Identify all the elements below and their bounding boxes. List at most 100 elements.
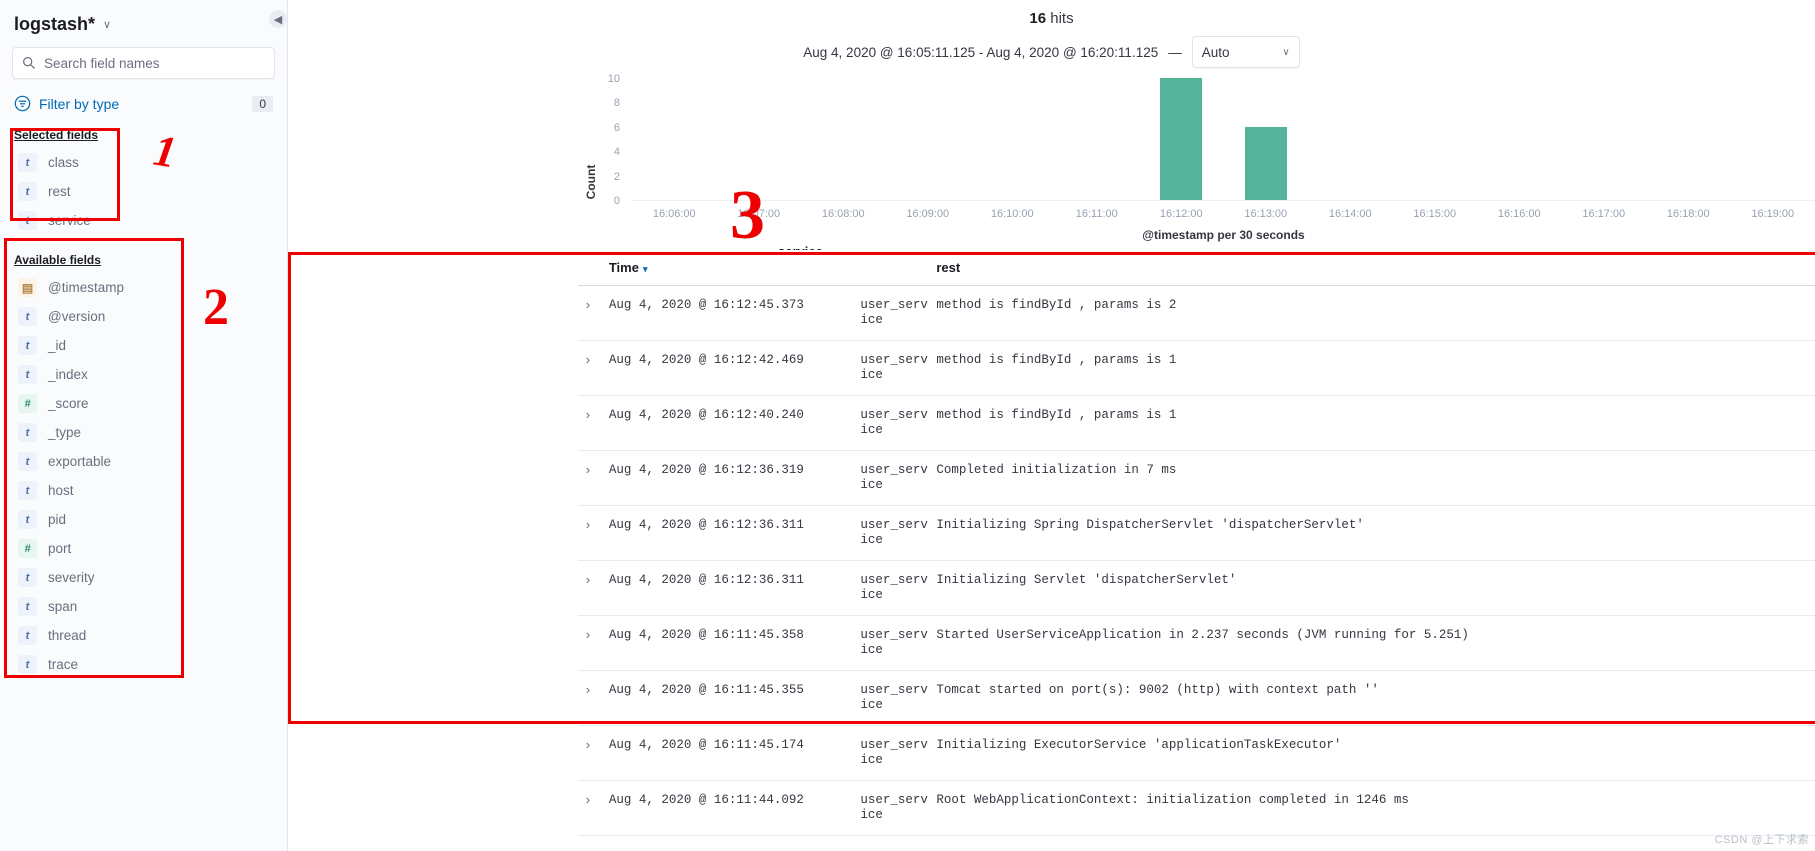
field-type-number-icon: # xyxy=(18,394,37,413)
x-tick-label: 16:19:00 xyxy=(1751,208,1795,220)
chevron-right-icon: › xyxy=(584,353,592,368)
x-tick-label: 16:15:00 xyxy=(1413,208,1457,220)
x-tick-label: 16:17:00 xyxy=(1582,208,1626,220)
field-name: exportable xyxy=(48,454,112,469)
selected-fields-title: Selected fields xyxy=(14,128,99,142)
expand-row-button[interactable]: › xyxy=(578,395,609,451)
chevron-right-icon: › xyxy=(584,793,592,808)
search-field-names-box[interactable] xyxy=(12,47,275,79)
field-type-number-icon: # xyxy=(18,539,37,558)
table-row[interactable]: › Aug 4, 2020 @ 16:12:36.311 user_service I… xyxy=(578,505,1815,561)
available-field-host[interactable]: t host xyxy=(18,476,275,505)
histogram-bar[interactable] xyxy=(1160,78,1203,200)
expand-row-button[interactable]: › xyxy=(578,670,609,726)
cell-rest: Initializing ExecutorService 'applicatio… xyxy=(936,725,1815,781)
watermark: CSDN @上下求索 xyxy=(1714,834,1809,846)
x-tick-label: 16:06:00 xyxy=(652,208,696,220)
table-row[interactable]: › Aug 4, 2020 @ 16:11:45.174 user_service I… xyxy=(578,725,1815,781)
available-field-exportable[interactable]: t exportable xyxy=(18,447,275,476)
expand-row-button[interactable]: › xyxy=(578,505,609,561)
histogram-bar[interactable] xyxy=(1244,126,1287,200)
field-type-string-icon: t xyxy=(18,597,37,616)
field-name: _id xyxy=(48,338,67,353)
chevron-right-icon: › xyxy=(584,298,592,313)
available-field-trace[interactable]: t trace xyxy=(18,650,275,679)
kibana-discover-app: logstash* ∨ Filter by type 0 Selected fi… xyxy=(0,0,1815,851)
filter-count-badge: 0 xyxy=(252,95,273,112)
cell-time: Aug 4, 2020 @ 16:11:44.092 xyxy=(608,780,861,836)
y-tick-label: 8 xyxy=(613,97,620,110)
table-row[interactable]: › Aug 4, 2020 @ 16:11:44.092 user_service R… xyxy=(578,780,1815,836)
expand-row-button[interactable]: › xyxy=(578,725,609,781)
service-column-header[interactable] xyxy=(860,250,937,286)
chevron-right-icon: › xyxy=(584,628,592,643)
documents-table-container[interactable]: Time▾ rest class › Aug 4, 2020 @ 16:12:45… xyxy=(578,250,1815,851)
index-pattern-selector[interactable]: logstash* ∨ xyxy=(12,10,275,47)
available-field-span[interactable]: t span xyxy=(18,592,275,621)
plot-area[interactable] xyxy=(632,78,1815,201)
cell-service: user_service xyxy=(860,285,937,341)
selected-field-service[interactable]: t service xyxy=(18,206,275,235)
y-tick-label: 4 xyxy=(613,146,620,159)
y-tick-label: 6 xyxy=(613,121,620,134)
table-row[interactable]: › Aug 4, 2020 @ 16:12:40.240 user_service m… xyxy=(578,395,1815,451)
available-field-port[interactable]: # port xyxy=(18,534,275,563)
filter-by-type-label: Filter by type xyxy=(39,95,120,112)
available-field-version[interactable]: t @version xyxy=(18,302,275,331)
time-column-header[interactable]: Time ▾ xyxy=(608,250,861,286)
filter-by-type-row[interactable]: Filter by type 0 xyxy=(12,93,275,114)
sort-desc-icon: ▾ xyxy=(642,264,648,274)
field-type-string-icon: t xyxy=(18,153,37,172)
table-row[interactable]: › Aug 4, 2020 @ 16:11:45.358 user_service S… xyxy=(578,615,1815,671)
histogram-chart[interactable]: Count 0 2 4 6 8 10 16:06:00 16:07:00 16:08:00 16… xyxy=(288,73,1815,256)
table-row[interactable]: › Aug 4, 2020 @ 16:12:36.319 user_service C… xyxy=(578,450,1815,506)
filter-icon xyxy=(14,95,31,112)
table-row[interactable]: › Aug 4, 2020 @ 16:11:45.355 user_service T… xyxy=(578,670,1815,726)
available-field-thread[interactable]: t thread xyxy=(18,621,275,650)
available-field-index[interactable]: t _index xyxy=(18,360,275,389)
table-row[interactable]: › Aug 4, 2020 @ 16:12:45.373 user_service m… xyxy=(578,285,1815,341)
expand-row-button[interactable]: › xyxy=(578,285,609,341)
available-field-pid[interactable]: t pid xyxy=(18,505,275,534)
selected-field-class[interactable]: t class xyxy=(18,148,275,177)
expand-row-button[interactable]: › xyxy=(578,615,609,671)
field-name: thread xyxy=(48,628,87,643)
available-field-severity[interactable]: t severity xyxy=(18,563,275,592)
selected-field-rest[interactable]: t rest xyxy=(18,177,275,206)
x-tick-label: 16:10:00 xyxy=(990,208,1034,220)
collapse-sidebar-button[interactable]: ◀ xyxy=(269,10,287,28)
chevron-right-icon: › xyxy=(584,738,592,753)
search-input[interactable] xyxy=(44,55,265,71)
available-fields-list: ▤ @timestamp t @version t _id t _index # _score t _… xyxy=(12,269,275,683)
time-column-label: Time xyxy=(608,260,639,275)
rest-column-header[interactable]: rest xyxy=(936,250,1815,286)
available-field-score[interactable]: # _score xyxy=(18,389,275,418)
expand-row-button[interactable]: › xyxy=(578,780,609,836)
interval-select[interactable]: Auto ∨ xyxy=(1191,36,1300,68)
expand-row-button[interactable]: › xyxy=(578,450,609,506)
field-name: @timestamp xyxy=(48,280,124,295)
dash-separator: — xyxy=(1168,44,1182,60)
x-tick-label: 16:18:00 xyxy=(1666,208,1710,220)
expand-row-button[interactable]: › xyxy=(578,340,609,396)
available-field-timestamp[interactable]: ▤ @timestamp xyxy=(18,273,275,302)
cell-rest: method is findById , params is 1 xyxy=(936,340,1815,396)
field-type-string-icon: t xyxy=(18,452,37,471)
available-field-type[interactable]: t _type xyxy=(18,418,275,447)
cell-time: Aug 4, 2020 @ 16:11:45.355 xyxy=(608,670,861,726)
selected-fields-list: t class t rest t service xyxy=(12,144,275,239)
expand-row-button[interactable]: › xyxy=(578,560,609,616)
cell-time: Aug 4, 2020 @ 16:12:36.311 xyxy=(608,560,861,616)
cell-service: user_service xyxy=(860,340,937,396)
table-row[interactable]: › Aug 4, 2020 @ 16:12:36.311 user_service I… xyxy=(578,560,1815,616)
field-name: pid xyxy=(48,512,67,527)
cell-rest: method is findById , params is 1 xyxy=(936,395,1815,451)
field-type-string-icon: t xyxy=(18,626,37,645)
time-range-row: Aug 4, 2020 @ 16:05:11.125 - Aug 4, 2020… xyxy=(288,36,1815,68)
available-field-id[interactable]: t _id xyxy=(18,331,275,360)
chevron-right-icon: › xyxy=(584,518,592,533)
cell-service: user_service xyxy=(860,670,937,726)
x-tick-label: 16:08:00 xyxy=(821,208,865,220)
search-icon xyxy=(23,57,36,70)
table-row[interactable]: › Aug 4, 2020 @ 16:12:42.469 user_service m… xyxy=(578,340,1815,396)
